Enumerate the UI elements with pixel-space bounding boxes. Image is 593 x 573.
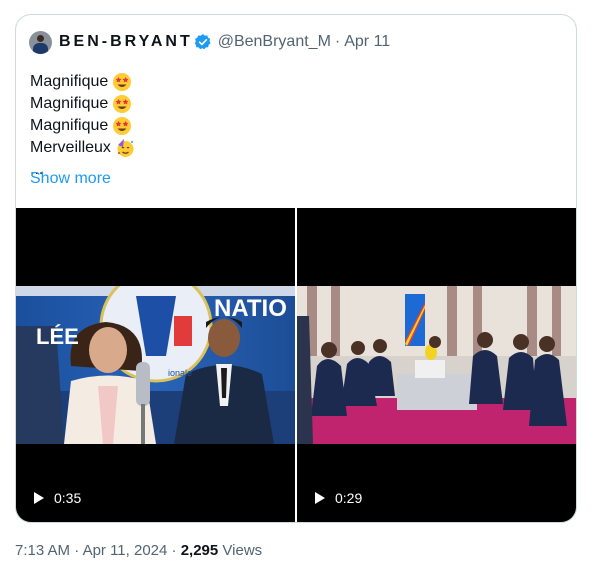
tweet-line: Magnifique [30, 93, 135, 115]
tweet-meta: 7:13 AM · Apr 11, 2024 · 2,295 Views [15, 542, 262, 559]
author-handle[interactable]: @BenBryant_M [218, 33, 331, 51]
tweet-line-text: Magnifique [30, 73, 109, 90]
play-icon [34, 492, 44, 504]
media-grid: LÉE NATIO ionale 0:35 0:29 [16, 208, 576, 522]
author-avatar[interactable] [29, 30, 52, 54]
banner-text-right: NATIO [214, 295, 287, 322]
meta-separator: · [171, 542, 177, 559]
video-2-thumbnail [297, 286, 576, 444]
star-struck-emoji [112, 94, 132, 114]
tweet-header: BEN-BRYANT @BenBryant_M · Apr 11 [29, 29, 390, 55]
play-icon [315, 492, 325, 504]
video-1-duration: 0:35 [34, 490, 81, 506]
tweet-text: Magnifique Magnifique Magnifique Merveil… [30, 71, 135, 181]
show-more-link[interactable]: Show more [30, 170, 111, 188]
author-name[interactable]: BEN-BRYANT [59, 33, 193, 51]
tweet-time[interactable]: 7:13 AM [15, 542, 70, 559]
star-struck-emoji [112, 116, 132, 136]
video-1[interactable]: LÉE NATIO ionale 0:35 [16, 208, 295, 522]
video-1-thumbnail: LÉE NATIO ionale [16, 286, 295, 444]
video-1-duration-text: 0:35 [54, 490, 82, 506]
party-face-emoji [115, 138, 135, 158]
video-2[interactable]: 0:29 [297, 208, 576, 522]
tweet-line-text: Magnifique [30, 95, 109, 112]
verified-badge-icon [194, 33, 212, 51]
tweet-line-text: Merveilleux [30, 139, 111, 156]
header-separator: · [334, 33, 341, 50]
tweet-line-text: Magnifique [30, 117, 109, 134]
tweet-line: Merveilleux [30, 137, 135, 159]
meta-separator: · [74, 542, 80, 559]
tweet-date[interactable]: Apr 11 [344, 33, 390, 51]
banner-text-left: LÉE [36, 324, 79, 349]
tweet-full-date[interactable]: Apr 11, 2024 [83, 542, 168, 559]
star-struck-emoji [112, 72, 132, 92]
tweet-line: Magnifique [30, 115, 135, 137]
views-count[interactable]: 2,295 [181, 542, 219, 559]
tweet-card[interactable]: BEN-BRYANT @BenBryant_M · Apr 11 Magnifi… [15, 14, 577, 523]
views-label: Views [222, 542, 263, 559]
seal-text: ionale [168, 368, 192, 378]
tweet-line: Magnifique [30, 71, 135, 93]
video-2-duration: 0:29 [315, 490, 362, 506]
video-2-duration-text: 0:29 [335, 490, 363, 506]
